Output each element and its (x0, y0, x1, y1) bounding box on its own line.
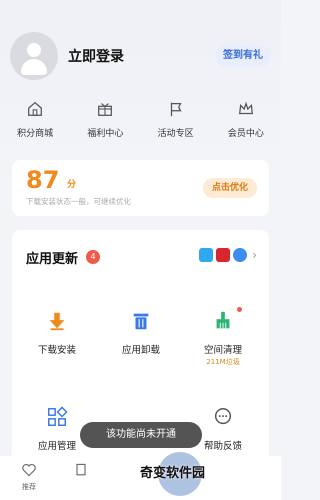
avatar[interactable] (10, 32, 58, 80)
score-value: 87 (26, 166, 60, 194)
optimize-button[interactable]: 点击优化 (202, 178, 257, 198)
tool-space-clean[interactable]: 空间清理 211M垃圾 (188, 307, 258, 367)
app-icon-mail (199, 248, 214, 262)
document-icon (73, 463, 89, 482)
score-card: 87 分 下载安装状态一般，可继续优化 点击优化 (12, 160, 269, 216)
trash-icon (106, 310, 176, 334)
app-icon-red (216, 248, 231, 262)
update-count-badge: 4 (86, 250, 100, 264)
watermark-text: 奇变软件园 (140, 466, 206, 481)
broom-icon (188, 307, 258, 334)
header-background (0, 0, 281, 170)
home-icon (0, 100, 70, 120)
nav-item-second[interactable] (66, 462, 96, 482)
toast-message: 该功能尚未开通 (80, 422, 202, 448)
profile-section: 立即登录 签到有礼 (10, 32, 271, 80)
quick-link-points-mall[interactable]: 积分商城 (0, 100, 70, 139)
app-icon-blue (233, 248, 248, 262)
tool-download-install[interactable]: 下载安装 (22, 310, 92, 356)
gift-icon (70, 100, 140, 120)
nav-item-recommend[interactable]: 推荐 (14, 462, 44, 492)
quick-link-activity[interactable]: 活动专区 (141, 100, 211, 139)
app-updates-title[interactable]: 应用更新 (26, 248, 78, 267)
login-link[interactable]: 立即登录 (68, 46, 124, 66)
junk-size: 211M垃圾 (206, 358, 240, 366)
tool-uninstall[interactable]: 应用卸载 (106, 310, 176, 356)
score-unit: 分 (67, 180, 77, 190)
crown-icon (211, 100, 281, 120)
quick-link-welfare[interactable]: 福利中心 (70, 100, 140, 139)
quick-link-vip[interactable]: 会员中心 (211, 100, 281, 139)
flag-icon (141, 100, 211, 120)
update-app-icons[interactable]: › (196, 248, 257, 262)
sign-in-button[interactable]: 签到有礼 (215, 45, 271, 67)
heart-icon (21, 463, 37, 482)
quick-links: 积分商城 福利中心 活动专区 会员中心 (0, 100, 281, 139)
chevron-right-icon: › (252, 248, 257, 262)
score-description: 下载安装状态一般，可继续优化 (26, 197, 131, 206)
download-icon (22, 310, 92, 334)
notification-dot (237, 307, 242, 312)
